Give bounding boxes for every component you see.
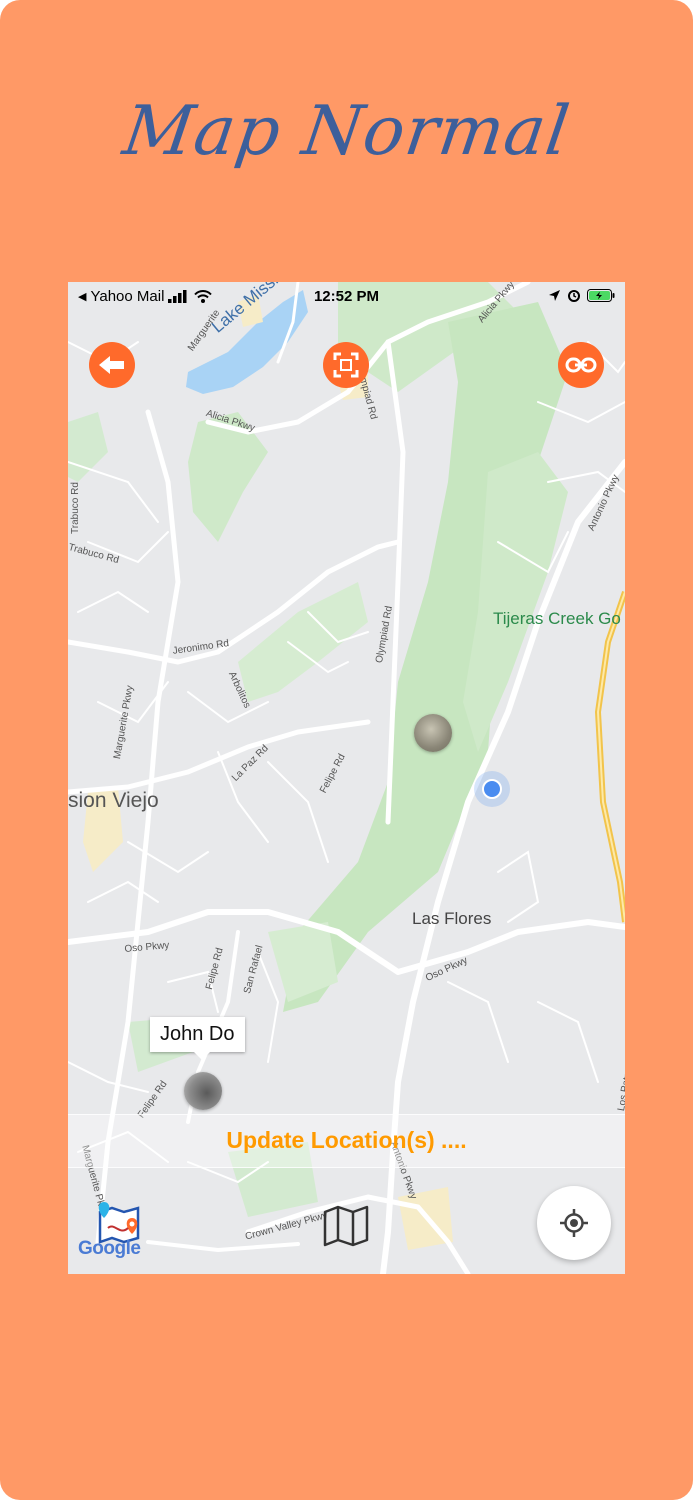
- place-photo-marker[interactable]: [414, 714, 452, 752]
- back-button[interactable]: [89, 342, 135, 388]
- battery-icon: [587, 288, 615, 302]
- phone-screen: Lake Mission Viejo sion Viejo Las Flores…: [68, 282, 625, 1274]
- marker-callout[interactable]: John Do: [150, 1017, 245, 1060]
- poster-background: Map Normal sion Viejo Las Flores Tijeras…: [0, 0, 693, 1500]
- my-location-button[interactable]: [537, 1186, 611, 1260]
- location-arrow-icon: [549, 289, 560, 301]
- golf-course-label: Tijeras Creek Go: [493, 609, 621, 628]
- map-type-button[interactable]: [322, 1204, 370, 1248]
- status-right-icons: [548, 288, 615, 302]
- alarm-icon: [568, 290, 580, 302]
- city-label: sion Viejo: [68, 789, 159, 812]
- fullscreen-button[interactable]: [323, 342, 369, 388]
- google-attribution: Google: [78, 1238, 141, 1260]
- status-time: 12:52 PM: [313, 288, 380, 305]
- status-bar: ◀ Yahoo Mail 12:52 PM: [68, 282, 625, 312]
- arrow-left-icon: [99, 356, 124, 374]
- link-icon: [565, 357, 597, 373]
- update-location-banner: Update Location(s) ....: [68, 1114, 625, 1168]
- expand-icon: [333, 352, 359, 378]
- las-flores-label: Las Flores: [412, 909, 492, 928]
- user-location-core: [482, 779, 502, 799]
- share-link-button[interactable]: [558, 342, 604, 388]
- update-location-text: Update Location(s) ....: [226, 1127, 467, 1153]
- road-label-trabuco-vert: Trabuco Rd: [70, 482, 81, 534]
- user-location-dot: [474, 771, 510, 807]
- poster-title: Map Normal: [118, 92, 575, 171]
- map-icon: [323, 1205, 369, 1247]
- person-photo-marker[interactable]: [184, 1072, 222, 1110]
- crosshair-icon: [560, 1209, 588, 1237]
- google-attribution-text: Google: [78, 1238, 141, 1259]
